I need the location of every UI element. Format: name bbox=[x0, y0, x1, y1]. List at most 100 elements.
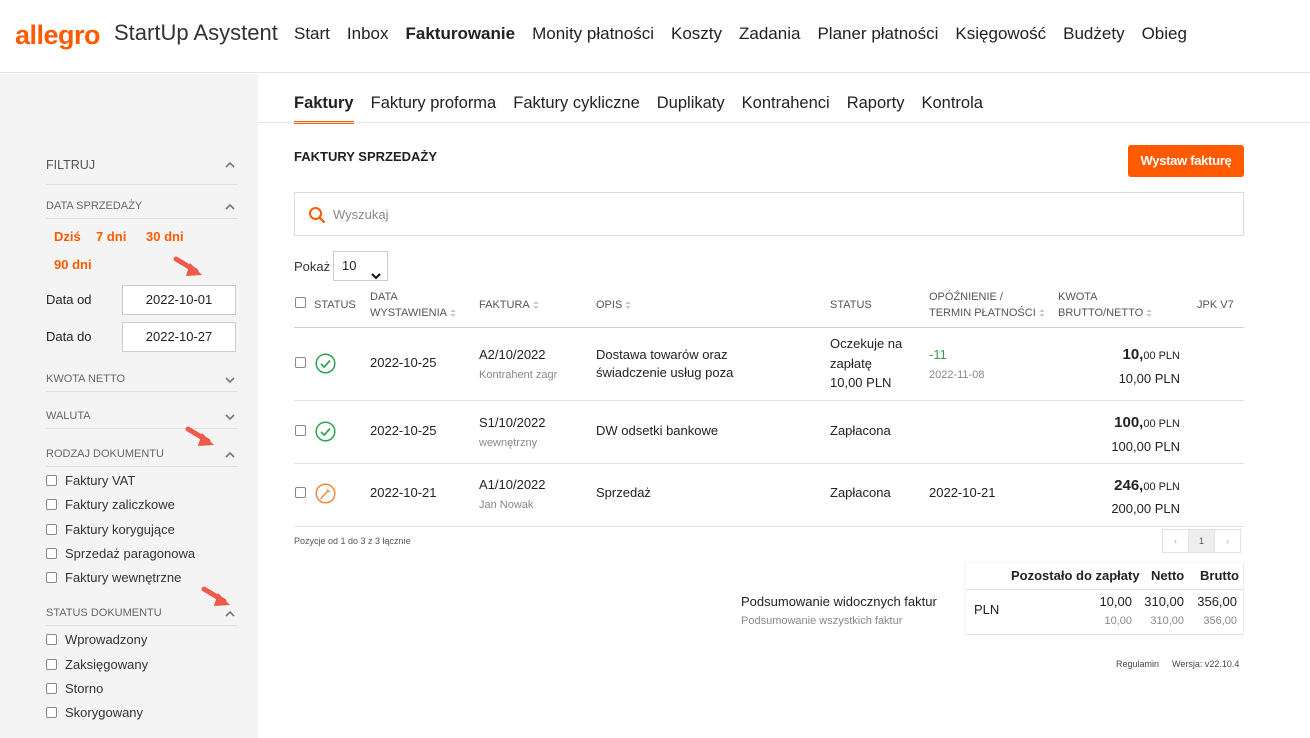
doctype-option-vat[interactable]: Faktury VAT bbox=[46, 473, 135, 488]
status-option-storno[interactable]: Storno bbox=[46, 681, 103, 696]
nav-item-fakturowanie[interactable]: Fakturowanie bbox=[406, 24, 516, 44]
doctype-option-internal[interactable]: Faktury wewnętrzne bbox=[46, 570, 181, 585]
page-size-select[interactable]: 10 bbox=[333, 251, 388, 281]
date-to-input[interactable]: 2022-10-27 bbox=[122, 322, 236, 352]
row-state: Zapłacona bbox=[830, 423, 891, 438]
sort-icon bbox=[450, 309, 456, 317]
row-invoice-number[interactable]: S1/10/2022 bbox=[479, 414, 546, 432]
status-option-booked[interactable]: Zaksięgowany bbox=[46, 657, 148, 672]
checkbox[interactable] bbox=[46, 683, 57, 694]
tab-kontrahenci[interactable]: Kontrahenci bbox=[742, 94, 830, 124]
col-date[interactable]: DATA WYSTAWIENIA bbox=[370, 289, 456, 321]
gross-integer: 100, bbox=[1114, 414, 1144, 431]
col-invoice[interactable]: FAKTURA bbox=[479, 297, 539, 313]
chevron-down-icon bbox=[371, 262, 381, 290]
status-option-corrected[interactable]: Skorygowany bbox=[46, 705, 143, 720]
row-checkbox[interactable] bbox=[295, 357, 306, 368]
nav-item-zadania[interactable]: Zadania bbox=[739, 24, 800, 44]
invoice-tabs: Faktury Faktury proforma Faktury cyklicz… bbox=[294, 94, 983, 124]
checkbox[interactable] bbox=[46, 548, 57, 559]
doctype-section-title: RODZAJ DOKUMENTU bbox=[46, 448, 164, 460]
amount-section-header[interactable]: KWOTA NETTO bbox=[46, 373, 238, 392]
status-section-header[interactable]: STATUS DOKUMENTU bbox=[46, 607, 238, 626]
option-label: Faktury wewnętrzne bbox=[65, 570, 182, 585]
option-label: Sprzedaż paragonowa bbox=[65, 546, 196, 561]
top-navbar: allegro StartUp Asystent Start Inbox Fak… bbox=[0, 0, 1310, 73]
checkbox[interactable] bbox=[46, 499, 57, 510]
pager-next-button[interactable]: › bbox=[1214, 529, 1241, 553]
amount-section-title: KWOTA NETTO bbox=[46, 373, 126, 385]
search-box[interactable]: Wyszukaj bbox=[294, 192, 1244, 236]
nav-item-budzety[interactable]: Budżety bbox=[1063, 24, 1124, 44]
nav-item-koszty[interactable]: Koszty bbox=[671, 24, 722, 44]
nav-item-monity[interactable]: Monity płatności bbox=[532, 24, 654, 44]
issue-invoice-button[interactable]: Wystaw fakturę bbox=[1128, 145, 1244, 177]
summary-header-gross: Brutto bbox=[1200, 568, 1239, 583]
col-date-line2: WYSTAWIENIA bbox=[370, 307, 447, 319]
col-delay[interactable]: OPÓŹNIENIE / TERMIN PŁATNOŚCI bbox=[929, 289, 1045, 321]
gross-currency: PLN bbox=[1158, 418, 1180, 430]
checkbox[interactable] bbox=[46, 572, 57, 583]
filter-header[interactable]: FILTRUJ bbox=[46, 158, 238, 185]
tab-raporty[interactable]: Raporty bbox=[847, 94, 905, 124]
summary-all-remaining: 10,00 bbox=[1104, 615, 1132, 627]
chevron-down-icon[interactable] bbox=[224, 374, 236, 386]
chevron-up-icon[interactable] bbox=[224, 449, 236, 461]
status-option-entered[interactable]: Wprowadzony bbox=[46, 632, 147, 647]
doctype-option-receipt[interactable]: Sprzedaż paragonowa bbox=[46, 546, 195, 561]
date-from-input[interactable]: 2022-10-01 bbox=[122, 285, 236, 315]
row-checkbox[interactable] bbox=[295, 487, 306, 498]
tab-kontrola[interactable]: Kontrola bbox=[921, 94, 982, 124]
checkbox[interactable] bbox=[46, 524, 57, 535]
chevron-down-icon[interactable] bbox=[224, 411, 236, 423]
range-90d[interactable]: 90 dni bbox=[54, 257, 92, 272]
row-state: Zapłacona bbox=[830, 485, 891, 500]
main-nav: Start Inbox Fakturowanie Monity płatnośc… bbox=[294, 24, 1187, 44]
doctype-option-advance[interactable]: Faktury zaliczkowe bbox=[46, 497, 175, 512]
nav-item-start[interactable]: Start bbox=[294, 24, 330, 44]
col-amount[interactable]: KWOTA BRUTTO/NETTO bbox=[1058, 289, 1153, 321]
checkbox[interactable] bbox=[46, 475, 57, 486]
range-7d[interactable]: 7 dni bbox=[96, 229, 126, 244]
terms-link[interactable]: Regulamin bbox=[1116, 659, 1159, 669]
nav-item-obieg[interactable]: Obieg bbox=[1142, 24, 1187, 44]
summary-visible-label: Podsumowanie widocznych faktur bbox=[741, 594, 937, 609]
range-30d[interactable]: 30 dni bbox=[146, 229, 184, 244]
checkbox[interactable] bbox=[46, 634, 57, 645]
date-from-label: Data od bbox=[46, 292, 92, 307]
annotation-arrow-icon bbox=[173, 256, 202, 276]
range-today[interactable]: Dziś bbox=[54, 229, 81, 244]
chevron-up-icon[interactable] bbox=[224, 608, 236, 620]
nav-item-planer[interactable]: Planer płatności bbox=[817, 24, 938, 44]
pager-page-1[interactable]: 1 bbox=[1188, 529, 1215, 553]
row-date: 2022-10-25 bbox=[370, 423, 437, 438]
row-checkbox[interactable] bbox=[295, 425, 306, 436]
checkbox[interactable] bbox=[46, 707, 57, 718]
row-state-line1: Oczekuje na bbox=[830, 336, 903, 351]
doctype-option-correction[interactable]: Faktury korygujące bbox=[46, 522, 175, 537]
date-to-label: Data do bbox=[46, 329, 92, 344]
tab-proforma[interactable]: Faktury proforma bbox=[371, 94, 497, 124]
tab-faktury[interactable]: Faktury bbox=[294, 94, 354, 124]
allegro-logo[interactable]: allegro bbox=[15, 20, 101, 51]
row-invoice-number[interactable]: A1/10/2022 bbox=[479, 476, 546, 494]
search-input[interactable]: Wyszukaj bbox=[333, 207, 389, 222]
date-section-title: DATA SPRZEDAŻY bbox=[46, 200, 143, 212]
doctype-section-header[interactable]: RODZAJ DOKUMENTU bbox=[46, 448, 238, 467]
version-label: Wersja: v22.10.4 bbox=[1172, 659, 1240, 669]
col-description[interactable]: OPIS bbox=[596, 297, 632, 313]
tabs-divider bbox=[258, 122, 1310, 123]
checkbox[interactable] bbox=[46, 659, 57, 670]
tab-cykliczne[interactable]: Faktury cykliczne bbox=[513, 94, 640, 124]
pager-prev-button[interactable]: ‹ bbox=[1162, 529, 1189, 553]
select-all-checkbox[interactable] bbox=[295, 297, 306, 308]
chevron-up-icon[interactable] bbox=[224, 159, 236, 171]
date-section-header[interactable]: DATA SPRZEDAŻY bbox=[46, 200, 238, 219]
row-invoice-number[interactable]: A2/10/2022 bbox=[479, 346, 546, 364]
nav-item-ksiegowosc[interactable]: Księgowość bbox=[955, 24, 1046, 44]
nav-item-inbox[interactable]: Inbox bbox=[347, 24, 389, 44]
col-delay-line1: OPÓŹNIENIE / bbox=[929, 291, 1003, 303]
tab-duplikaty[interactable]: Duplikaty bbox=[657, 94, 725, 124]
col-date-line1: DATA bbox=[370, 291, 398, 303]
chevron-up-icon[interactable] bbox=[224, 201, 236, 213]
